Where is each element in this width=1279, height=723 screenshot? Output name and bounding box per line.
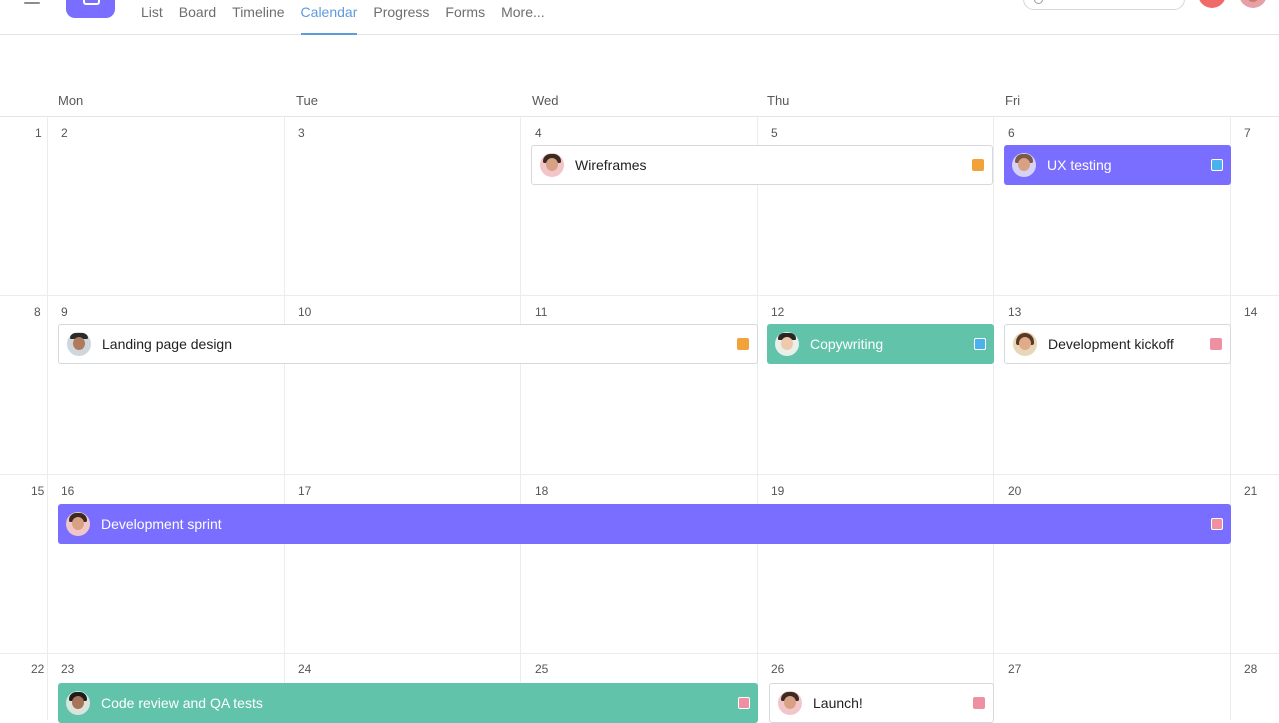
avatar-face <box>781 337 793 350</box>
event-launch[interactable]: Launch! <box>769 683 994 723</box>
day-headers: Mon Tue Wed Thu Fri <box>0 86 1279 117</box>
event-ux-testing[interactable]: UX testing <box>1004 145 1231 185</box>
day-number: 19 <box>771 484 785 498</box>
tab-timeline[interactable]: Timeline <box>232 4 284 34</box>
day-number: 8 <box>34 305 41 319</box>
day-number: 3 <box>298 126 305 140</box>
event-copywriting[interactable]: Copywriting <box>767 324 994 364</box>
event-code-review-qa[interactable]: Code review and QA tests <box>58 683 758 723</box>
avatar-face <box>1018 158 1030 171</box>
menu-icon[interactable] <box>24 0 42 4</box>
day-number: 2 <box>61 126 68 140</box>
day-number: 1 <box>35 126 42 140</box>
event-development-kickoff[interactable]: Development kickoff <box>1004 324 1231 364</box>
day-number: 9 <box>61 305 68 319</box>
tag-color-square <box>1211 518 1223 530</box>
event-landing-page-design[interactable]: Landing page design <box>58 324 758 364</box>
tab-list[interactable]: List <box>141 4 163 34</box>
day-name-tue: Tue <box>296 93 318 108</box>
tab-forms[interactable]: Forms <box>445 4 485 34</box>
top-bar: List Board Timeline Calendar Progress Fo… <box>0 0 1279 35</box>
day-number: 7 <box>1244 126 1251 140</box>
tag-color-square <box>972 159 984 171</box>
day-name-fri: Fri <box>1005 93 1021 108</box>
day-number: 28 <box>1244 662 1258 676</box>
day-number: 18 <box>535 484 549 498</box>
tab-calendar[interactable]: Calendar <box>300 4 357 35</box>
avatar <box>1013 332 1037 356</box>
event-title: Landing page design <box>102 336 233 352</box>
day-number: 4 <box>535 126 542 140</box>
tag-color-square <box>1210 338 1222 350</box>
avatar <box>66 691 90 715</box>
tab-board[interactable]: Board <box>179 4 216 34</box>
day-number: 13 <box>1008 305 1022 319</box>
avatar-face <box>784 696 796 709</box>
day-number: 24 <box>298 662 312 676</box>
event-title: Development kickoff <box>1048 336 1174 352</box>
event-wireframes[interactable]: Wireframes <box>531 145 993 185</box>
event-title: Copywriting <box>810 336 884 352</box>
day-number: 10 <box>298 305 312 319</box>
day-number: 23 <box>61 662 75 676</box>
day-number: 27 <box>1008 662 1022 676</box>
view-tabs: List Board Timeline Calendar Progress Fo… <box>141 4 561 35</box>
day-number: 11 <box>535 305 548 319</box>
search-icon <box>1034 0 1043 4</box>
tag-color-square <box>737 338 749 350</box>
avatar-face <box>72 696 84 709</box>
tab-progress[interactable]: Progress <box>373 4 429 34</box>
day-number: 14 <box>1244 305 1258 319</box>
tab-more[interactable]: More... <box>501 4 545 34</box>
tag-color-square <box>973 697 985 709</box>
avatar-face <box>1019 337 1031 350</box>
tag-color-square <box>974 338 986 350</box>
avatar <box>1012 153 1036 177</box>
event-title: UX testing <box>1047 157 1112 173</box>
avatar[interactable] <box>1239 0 1267 8</box>
day-number: 12 <box>771 305 785 319</box>
day-number: 25 <box>535 662 549 676</box>
avatar <box>66 512 90 536</box>
tag-color-square <box>1211 159 1223 171</box>
day-name-wed: Wed <box>532 93 559 108</box>
event-title: Code review and QA tests <box>101 695 263 711</box>
avatar <box>540 153 564 177</box>
event-title: Wireframes <box>575 157 647 173</box>
avatar <box>67 332 91 356</box>
avatar <box>775 332 799 356</box>
day-name-mon: Mon <box>58 93 84 108</box>
project-icon[interactable] <box>66 0 115 18</box>
avatar-face <box>73 337 85 350</box>
day-number: 20 <box>1008 484 1022 498</box>
day-number: 21 <box>1244 484 1258 498</box>
week-row: 15 16 17 18 19 20 21 <box>0 475 1279 654</box>
search-input[interactable] <box>1023 0 1185 10</box>
day-number: 6 <box>1008 126 1015 140</box>
day-number: 26 <box>771 662 785 676</box>
tag-color-square <box>738 697 750 709</box>
day-name-thu: Thu <box>767 93 790 108</box>
avatar[interactable] <box>1198 0 1226 8</box>
event-title: Development sprint <box>101 516 222 532</box>
avatar-face <box>72 517 84 530</box>
avatar <box>778 691 802 715</box>
week-row: 1 2 3 4 5 6 7 <box>0 117 1279 296</box>
avatar-face <box>546 158 558 171</box>
day-number: 16 <box>61 484 75 498</box>
event-development-sprint[interactable]: Development sprint <box>58 504 1231 544</box>
day-number: 17 <box>298 484 312 498</box>
day-number: 15 <box>31 484 45 498</box>
event-title: Launch! <box>813 695 863 711</box>
week-row: 8 9 10 11 12 13 14 <box>0 296 1279 475</box>
day-number: 5 <box>771 126 778 140</box>
day-number: 22 <box>31 662 45 676</box>
